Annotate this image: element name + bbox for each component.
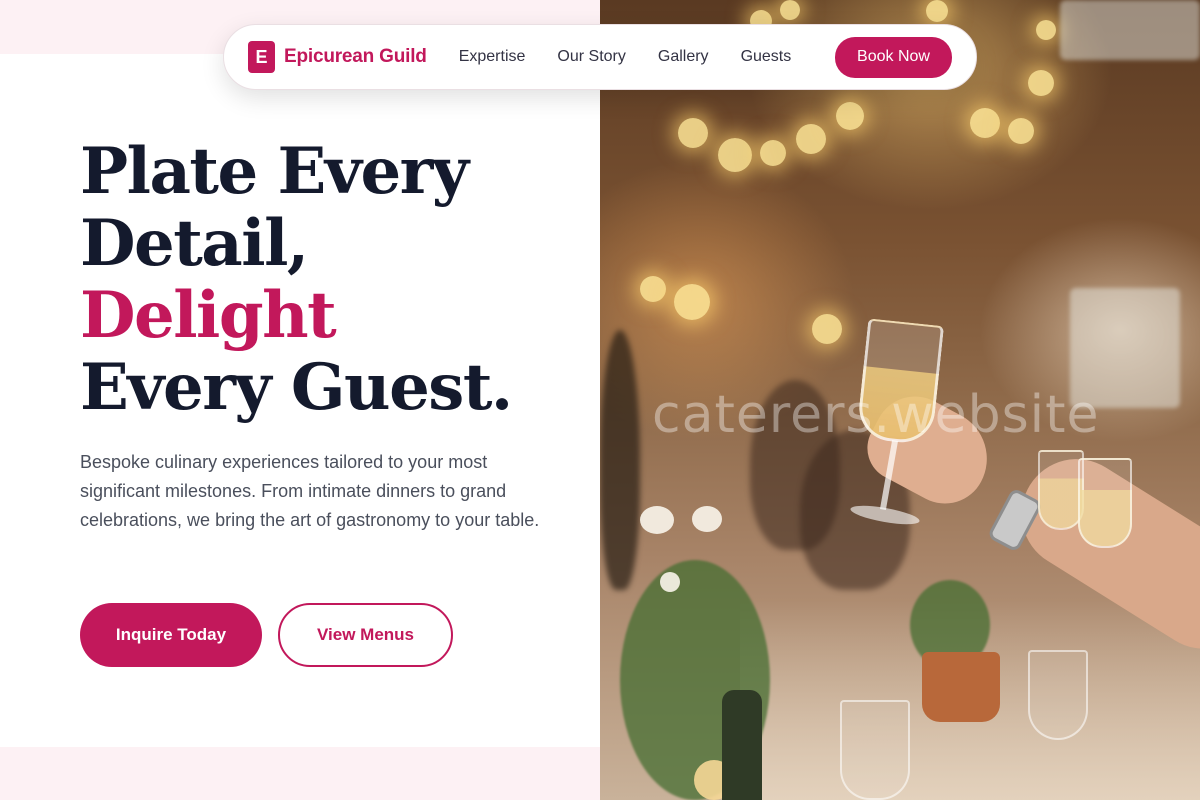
nav-link-our-story[interactable]: Our Story bbox=[557, 48, 625, 66]
nav-link-expertise[interactable]: Expertise bbox=[459, 48, 526, 66]
headline-line-1: Plate Every bbox=[80, 134, 469, 209]
hero-headline: Plate Every Detail, Delight Every Guest. bbox=[80, 136, 580, 424]
headline-accent: Delight bbox=[80, 278, 337, 353]
hero-description: Bespoke culinary experiences tailored to… bbox=[80, 452, 540, 530]
brand-mark-icon: E bbox=[248, 41, 275, 73]
bottom-band bbox=[0, 747, 600, 800]
watermark-text: caterers.website bbox=[652, 385, 1100, 445]
headline-line-2: Detail, bbox=[80, 206, 309, 281]
view-menus-button[interactable]: View Menus bbox=[278, 603, 453, 667]
top-navigation: E Epicurean Guild Expertise Our Story Ga… bbox=[223, 24, 977, 90]
headline-line-4: Every Guest. bbox=[80, 350, 513, 425]
brand-logo[interactable]: E Epicurean Guild bbox=[248, 41, 427, 73]
book-now-button[interactable]: Book Now bbox=[835, 36, 952, 78]
brand-name: Epicurean Guild bbox=[284, 46, 427, 67]
inquire-today-button[interactable]: Inquire Today bbox=[80, 603, 262, 667]
nav-link-gallery[interactable]: Gallery bbox=[658, 48, 709, 66]
nav-link-guests[interactable]: Guests bbox=[741, 48, 792, 66]
